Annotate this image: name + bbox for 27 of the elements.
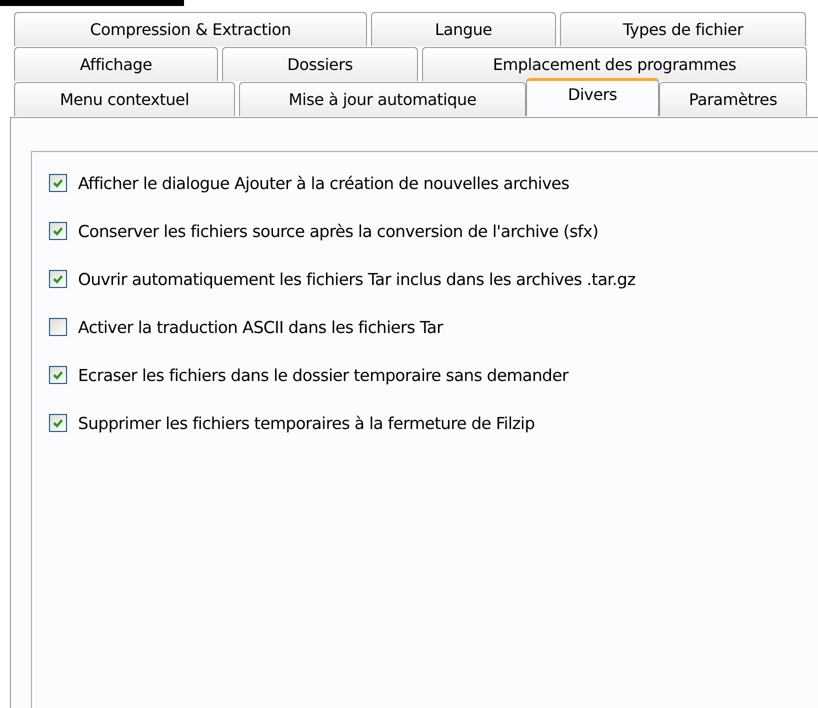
tab[interactable]: Emplacement des programmes bbox=[422, 47, 807, 81]
tab[interactable]: Menu contextuel bbox=[14, 82, 235, 116]
tab[interactable]: Mise à jour automatique bbox=[239, 82, 526, 116]
checkbox[interactable] bbox=[49, 270, 67, 288]
tab[interactable]: Paramètres bbox=[659, 82, 807, 116]
checkbox[interactable] bbox=[49, 414, 67, 432]
tab[interactable]: Langue bbox=[371, 12, 556, 46]
checkmark-icon bbox=[52, 225, 64, 237]
checkbox-label: Ouvrir automatiquement les fichiers Tar inclus dans les archives .tar.gz bbox=[78, 270, 636, 288]
checkmark-icon bbox=[52, 369, 64, 381]
checkbox-label: Afficher le dialogue Ajouter à la création de nouvelles archives bbox=[78, 174, 570, 192]
tab[interactable]: Dossiers bbox=[222, 47, 418, 81]
checkbox[interactable] bbox=[49, 222, 67, 240]
checkmark-icon bbox=[52, 273, 64, 285]
tab[interactable]: Affichage bbox=[14, 47, 218, 81]
checkbox-label: Ecraser les fichiers dans le dossier temporaire sans demander bbox=[78, 366, 568, 384]
checkbox[interactable] bbox=[49, 366, 67, 384]
tab[interactable]: Compression & Extraction bbox=[14, 12, 367, 46]
checkbox-label: Conserver les fichiers source après la conversion de l'archive (sfx) bbox=[78, 222, 598, 240]
checkbox[interactable] bbox=[49, 174, 67, 192]
tab[interactable]: Divers bbox=[526, 78, 659, 116]
checkmark-icon bbox=[52, 417, 64, 429]
tab[interactable]: Types de fichier bbox=[560, 12, 806, 46]
checkbox-label: Supprimer les fichiers temporaires à la fermeture de Filzip bbox=[78, 414, 535, 432]
checkbox[interactable] bbox=[49, 318, 67, 336]
checkbox-label: Activer la traduction ASCII dans les fichiers Tar bbox=[78, 318, 443, 336]
checkmark-icon bbox=[52, 177, 64, 189]
